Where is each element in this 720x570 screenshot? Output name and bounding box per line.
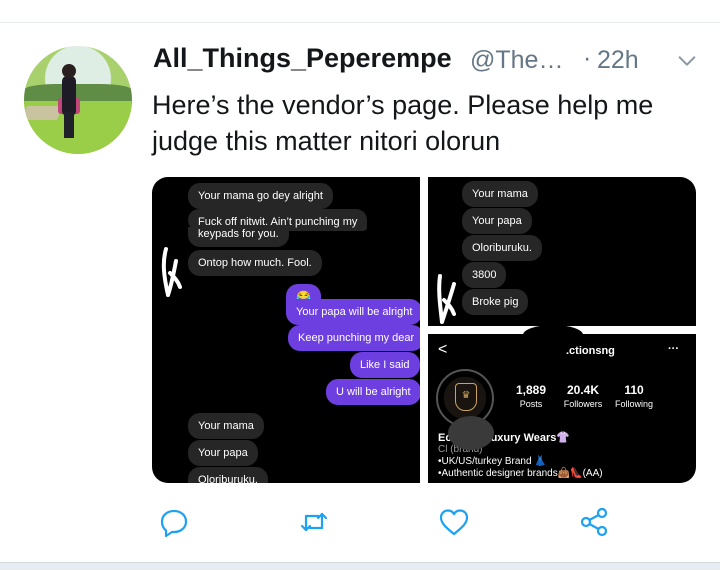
- user-avatar[interactable]: [24, 46, 132, 154]
- stat-value: 110: [624, 383, 644, 397]
- chat-screenshot-left[interactable]: Your mama go dey alright Fuck off nitwit…: [152, 177, 420, 483]
- chat-message: Like I said: [350, 352, 420, 378]
- user-handle[interactable]: @The…: [470, 46, 563, 75]
- stat-label: Following: [614, 399, 654, 409]
- retweet-icon[interactable]: [298, 506, 330, 538]
- avatar-person-body: [62, 76, 76, 116]
- chat-message: Your papa will be alright: [286, 299, 420, 325]
- heart-icon[interactable]: [438, 506, 470, 538]
- chat-message: Your mama: [188, 413, 264, 439]
- redaction-scribble: [437, 274, 456, 324]
- chat-message: Keep punching my dear: [288, 325, 420, 351]
- redaction-scribble: [161, 247, 182, 297]
- tweet-text: Here’s the vendor’s page. Please help me…: [152, 90, 654, 156]
- bio-line: •UK/US/turkey Brand 👗: [438, 456, 547, 467]
- display-name[interactable]: All_Things_Peperempe: [153, 43, 452, 74]
- chat-screenshot-right[interactable]: Your mama Your papa Oloriburuku. 3800 Br…: [428, 177, 696, 326]
- chat-message: Ontop how much. Fool.: [188, 250, 322, 276]
- bio-line: •Authentic designer brands👜👠(AA): [438, 468, 603, 479]
- stat-value: 1,889: [515, 383, 547, 397]
- chat-message: Oloriburuku.: [188, 467, 268, 483]
- stat-label: Posts: [519, 399, 543, 409]
- redaction-blob: [448, 416, 494, 450]
- stat-posts: 1,889 Posts: [501, 383, 561, 409]
- chat-message: Your papa: [462, 208, 532, 234]
- chat-message: U will be alright: [326, 379, 420, 405]
- avatar-person-legs: [64, 112, 74, 138]
- share-icon[interactable]: [578, 506, 610, 538]
- more-icon: ···: [668, 343, 679, 355]
- chat-message: 3800: [462, 262, 507, 288]
- redaction-blob: [523, 325, 583, 345]
- media-grid[interactable]: Your mama go dey alright Fuck off nitwit…: [152, 177, 696, 483]
- avatar-person-head: [62, 64, 76, 78]
- chat-message: Your mama go dey alright: [188, 183, 333, 209]
- chat-message: Broke pig: [462, 289, 529, 315]
- tweet-time[interactable]: 22h: [597, 46, 639, 75]
- crest-icon: ♛: [455, 383, 477, 411]
- chat-message: keypads for you.: [188, 227, 289, 247]
- chevron-down-icon[interactable]: [676, 50, 698, 72]
- reply-icon[interactable]: [158, 506, 190, 538]
- stat-following: 110 Following: [604, 383, 664, 409]
- chat-message: Oloriburuku.: [462, 235, 542, 261]
- chat-message: Your papa: [188, 440, 258, 466]
- profile-username: .ctionsng: [566, 345, 615, 357]
- back-arrow-icon: <: [438, 341, 448, 358]
- chat-message: Your mama: [462, 181, 538, 207]
- separator-dot: ·: [583, 44, 592, 72]
- top-divider: [0, 22, 720, 23]
